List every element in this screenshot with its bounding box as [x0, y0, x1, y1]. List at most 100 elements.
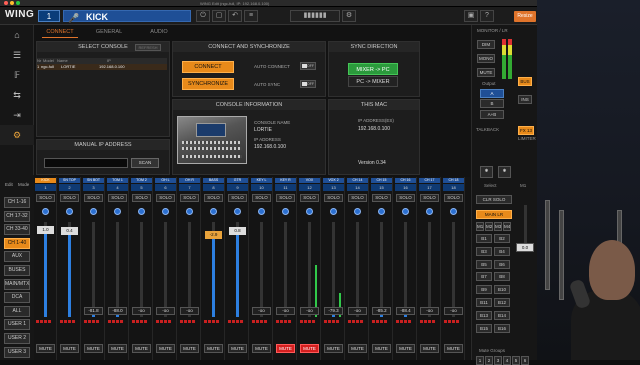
- mute-button[interactable]: MUTE: [300, 344, 319, 353]
- fader-track[interactable]: [92, 222, 95, 317]
- channel-strip-number[interactable]: 6: [155, 184, 176, 191]
- mute-group-button[interactable]: 6: [521, 356, 529, 365]
- settings-icon[interactable]: ⚙: [0, 125, 34, 145]
- channel-number[interactable]: 1: [38, 10, 60, 22]
- scan-button[interactable]: SCAN: [131, 158, 159, 168]
- import-icon[interactable]: ⇥: [0, 105, 34, 125]
- mute-button[interactable]: MUTE: [252, 344, 271, 353]
- main-fader-value[interactable]: 0.0: [516, 243, 534, 252]
- main-select-button[interactable]: M4: [503, 222, 511, 231]
- channel-strip-number[interactable]: 3: [83, 184, 104, 191]
- solo-button[interactable]: SOLO: [132, 194, 151, 202]
- bus-select-button[interactable]: B10: [494, 285, 510, 295]
- mute-button[interactable]: MUTE: [444, 344, 463, 353]
- main-lr-button[interactable]: MAIN LR: [476, 210, 512, 219]
- channel-strip-number[interactable]: 11: [275, 184, 296, 191]
- pan-knob[interactable]: [402, 208, 409, 215]
- fader-track[interactable]: [452, 222, 455, 317]
- bus-select-button[interactable]: B4: [494, 246, 510, 256]
- table-row[interactable]: 1 ngc-full LORTIE 192.168.0.100: [37, 64, 167, 70]
- channel-strip[interactable]: KICK 1 SOLO 1.0 MUTE: [34, 177, 57, 360]
- fader-value[interactable]: -85.2: [372, 307, 391, 315]
- bank-button[interactable]: DCA: [4, 292, 30, 304]
- channel-strip[interactable]: KEY L 10 SOLO -oo MUTE: [250, 177, 273, 360]
- output-a-button[interactable]: A: [480, 89, 504, 98]
- tab-general[interactable]: GENERAL: [91, 27, 127, 38]
- channel-strip[interactable]: VOX 2 13 SOLO -79.3 MUTE: [322, 177, 345, 360]
- bank-button[interactable]: USER 2: [4, 333, 30, 344]
- tab-connect[interactable]: CONNECT: [42, 27, 78, 38]
- channel-name-field[interactable]: 🎤 KICK: [63, 10, 191, 23]
- channel-strip-number[interactable]: 1: [35, 184, 56, 191]
- channel-strip[interactable]: OH R 7 SOLO -oo MUTE: [178, 177, 201, 360]
- ins-button[interactable]: INS: [518, 95, 532, 104]
- channel-strip-number[interactable]: 2: [59, 184, 80, 191]
- mute-group-button[interactable]: 2: [485, 356, 493, 365]
- channel-strip-number[interactable]: 10: [251, 184, 272, 191]
- solo-button[interactable]: SOLO: [300, 194, 319, 202]
- help-icon[interactable]: ?: [480, 10, 494, 22]
- fader-track[interactable]: [260, 222, 263, 317]
- fader-track[interactable]: [308, 222, 311, 317]
- solo-mode-icon[interactable]: ✱: [498, 166, 511, 178]
- bank-button[interactable]: USER 3: [4, 346, 30, 358]
- home-icon[interactable]: ⌂: [0, 25, 34, 45]
- bank-button[interactable]: AUX: [4, 251, 30, 263]
- main-select-button[interactable]: M2: [485, 222, 493, 231]
- mixer-to-pc-button[interactable]: MIXER -> PC: [348, 63, 398, 75]
- channel-strip[interactable]: CH 14 14 SOLO -oo MUTE: [346, 177, 369, 360]
- fader-track[interactable]: [116, 222, 119, 317]
- channel-strip[interactable]: VOX 12 SOLO -oo MUTE: [298, 177, 321, 360]
- output-b-button[interactable]: B: [480, 99, 504, 108]
- channel-strip-number[interactable]: 16: [395, 184, 416, 191]
- screen-icon[interactable]: ▣: [464, 10, 478, 22]
- fader-value[interactable]: -oo: [276, 307, 295, 315]
- channel-strip[interactable]: SN TOP 2 SOLO 0.4 MUTE: [58, 177, 81, 360]
- fader-value[interactable]: 1.0: [37, 226, 54, 234]
- channel-strip-number[interactable]: 4: [107, 184, 128, 191]
- fader-value[interactable]: -oo: [132, 307, 151, 315]
- solo-button[interactable]: SOLO: [276, 194, 295, 202]
- channel-strip-number[interactable]: 5: [131, 184, 152, 191]
- bus-select-button[interactable]: B7: [476, 272, 492, 282]
- routing-icon[interactable]: ⇆: [0, 85, 34, 105]
- fader-track[interactable]: [332, 222, 335, 317]
- mute-group-button[interactable]: 3: [494, 356, 502, 365]
- tab-audio[interactable]: AUDIO: [141, 27, 177, 38]
- channel-strip[interactable]: CH 17 17 SOLO -oo MUTE: [418, 177, 441, 360]
- mute-button[interactable]: MUTE: [60, 344, 79, 353]
- mute-button[interactable]: MUTE: [420, 344, 439, 353]
- bank-button[interactable]: CH 33-40: [4, 224, 30, 236]
- fader-value[interactable]: -oo: [348, 307, 367, 315]
- mute-group-button[interactable]: 4: [503, 356, 511, 365]
- bus-select-button[interactable]: B8: [494, 272, 510, 282]
- mono-button[interactable]: MONO: [477, 54, 495, 63]
- sliders-icon[interactable]: ☰: [0, 45, 34, 65]
- channel-strip-number[interactable]: 13: [323, 184, 344, 191]
- solo-button[interactable]: SOLO: [372, 194, 391, 202]
- power-icon[interactable]: ⏻: [196, 10, 210, 22]
- solo-button[interactable]: SOLO: [84, 194, 103, 202]
- ip-address-input[interactable]: [44, 158, 128, 168]
- solo-button[interactable]: SOLO: [444, 194, 463, 202]
- bus-select-button[interactable]: B6: [494, 259, 510, 269]
- fader-value[interactable]: -oo: [252, 307, 271, 315]
- main-select-button[interactable]: M3: [494, 222, 502, 231]
- fader-value[interactable]: -81.8: [84, 307, 103, 315]
- solo-button[interactable]: SOLO: [36, 194, 55, 202]
- fader-track[interactable]: [404, 222, 407, 317]
- channel-strip[interactable]: GTR 9 SOLO 0.8 MUTE: [226, 177, 249, 360]
- solo-button[interactable]: SOLO: [108, 194, 127, 202]
- bus-select-button[interactable]: B15: [476, 323, 492, 333]
- channel-strip-number[interactable]: 15: [371, 184, 392, 191]
- pan-knob[interactable]: [114, 208, 121, 215]
- pan-knob[interactable]: [42, 208, 49, 215]
- fx-icon[interactable]: 𝔽: [0, 65, 34, 85]
- mute-button[interactable]: MUTE: [132, 344, 151, 353]
- fader-value[interactable]: -2.9: [205, 231, 222, 239]
- bank-button[interactable]: ALL: [4, 305, 30, 317]
- solo-button[interactable]: SOLO: [324, 194, 343, 202]
- fader-track[interactable]: [380, 222, 383, 317]
- pan-knob[interactable]: [90, 208, 97, 215]
- pan-knob[interactable]: [330, 208, 337, 215]
